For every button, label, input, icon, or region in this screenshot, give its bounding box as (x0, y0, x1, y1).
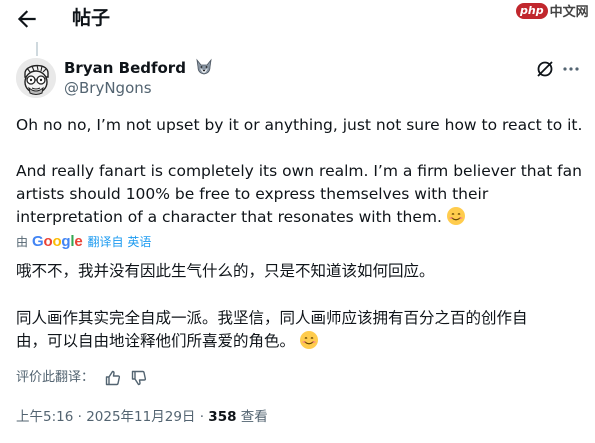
cartoon-avatar-icon (16, 58, 56, 98)
avatar[interactable] (16, 58, 56, 98)
tweet-date[interactable]: 2025年11月29日 (86, 409, 195, 425)
watermark-text: 中文网 (549, 5, 589, 20)
tweet-meta: 上午5:16 · 2025年11月29日 · 358 查看 (16, 408, 268, 426)
meta-separator: · (195, 409, 209, 425)
author-display-name[interactable]: Bryan Bedford (64, 58, 213, 78)
grok-icon[interactable] (535, 59, 555, 79)
tweet-text-paragraph-1: Oh no no, I’m not upset by it or anythin… (16, 116, 583, 134)
tweet-time[interactable]: 上午5:16 (16, 409, 73, 425)
tweet-text-line: interpretation of a character that reson… (16, 206, 591, 229)
back-arrow-icon[interactable] (14, 6, 40, 32)
rate-translation-label: 评价此翻译： (16, 370, 95, 385)
thumbs-up-icon[interactable] (104, 369, 122, 387)
author-handle[interactable]: @BryNgons (64, 78, 152, 98)
translated-text-segment: 由，可以自由地诠释他们所喜爱的角色。 (16, 332, 296, 350)
more-dots-icon[interactable] (560, 59, 582, 79)
translated-text-line: 由，可以自由地诠释他们所喜爱的角色。 (16, 330, 319, 353)
tweet-text-line: artists should 100% be free to express t… (16, 185, 489, 203)
translated-text-paragraph-1: 哦不不，我并没有因此生气什么的，只是不知道该如何回应。 (16, 262, 435, 280)
translated-by-row: 由 Google 翻译自 英语 (16, 234, 151, 250)
thumbs-down-icon[interactable] (130, 369, 148, 387)
author-name-text: Bryan Bedford (64, 59, 186, 77)
smiling-face-emoji-icon (300, 331, 319, 349)
google-logo: Google (32, 233, 83, 250)
page-title: 帖子 (72, 7, 111, 29)
thread-connector-line (36, 42, 38, 56)
meta-separator: · (73, 409, 87, 425)
wolf-emoji-icon (196, 58, 212, 75)
views-label: 查看 (240, 409, 268, 425)
views-count: 358 (208, 409, 237, 425)
top-bar: 帖子 php 中文网 (0, 0, 595, 40)
translated-text-line: 同人画作其实完全自成一派。我坚信，同人画师应该拥有百分之百的创作自 (16, 309, 528, 327)
tweet-text-line: And really fanart is completely its own … (16, 162, 582, 180)
tweet-text-segment: interpretation of a character that reson… (16, 208, 442, 226)
watermark-logo: php (516, 2, 548, 19)
translated-from-link[interactable]: 翻译自 英语 (88, 234, 152, 250)
tweet-text-paragraph-2: And really fanart is completely its own … (16, 160, 591, 229)
rate-translation-row: 评价此翻译： (16, 369, 148, 387)
watermark: php 中文网 (516, 1, 589, 20)
smiling-face-emoji-icon (446, 207, 465, 225)
translated-by-label: 由 (16, 235, 29, 249)
